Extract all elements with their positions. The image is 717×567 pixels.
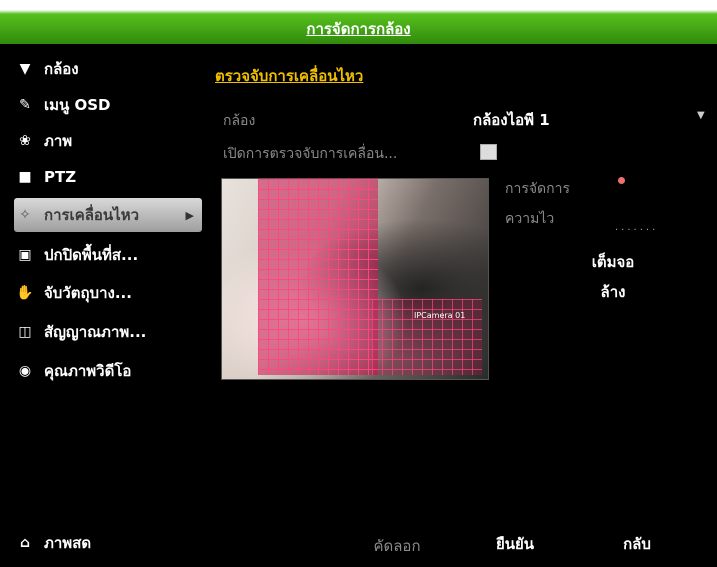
video-loss-icon: ◫ xyxy=(18,324,32,340)
camera-select[interactable]: กล้องไอพี 1 xyxy=(473,108,550,132)
home-icon: ⌂ xyxy=(19,535,31,551)
image-icon: ❀ xyxy=(19,133,31,149)
video-quality-icon: ◉ xyxy=(18,363,32,379)
tamper-icon: ✋ xyxy=(16,285,34,301)
chevron-down-icon[interactable]: ▼ xyxy=(697,110,705,121)
camera-preview[interactable]: IPCamera 01 xyxy=(221,178,489,380)
ptz-icon: ■ xyxy=(18,169,32,185)
sidebar-item-label: เมนู OSD xyxy=(44,96,111,114)
sidebar-item-image[interactable]: ❀ ภาพ xyxy=(14,124,202,158)
sensitivity-label: ความไว xyxy=(505,211,555,227)
settings-label: การจัดการ xyxy=(505,181,571,197)
sidebar-item-label: ปกปิดพื้นที่ส... xyxy=(44,246,139,264)
apply-button[interactable]: ยืนยัน xyxy=(470,532,560,556)
live-view-label: ภาพสด xyxy=(44,534,92,552)
bottom-bar: ⌂ ภาพสด คัดลอก ยืนยัน กลับ xyxy=(0,518,717,567)
sidebar-item-video-quality[interactable]: ◉ คุณภาพวิดีโอ xyxy=(14,354,202,388)
sidebar-item-video-loss[interactable]: ◫ สัญญาณภาพ... xyxy=(14,315,202,349)
sidebar-item-ptz[interactable]: ■ PTZ xyxy=(14,160,202,194)
sidebar-item-label: การเคลื่อนไหว xyxy=(44,206,140,224)
gear-icon[interactable] xyxy=(618,177,625,184)
sidebar-item-label: สัญญาณภาพ... xyxy=(44,323,147,341)
live-view-button[interactable]: ⌂ ภาพสด xyxy=(14,528,202,558)
motion-icon: ✧ xyxy=(19,207,31,223)
enable-motion-checkbox[interactable] xyxy=(480,144,497,160)
sidebar: ▼ กล้อง ✎ เมนู OSD ❀ ภาพ ■ PTZ ✧ การเคลื… xyxy=(0,44,205,567)
chevron-right-icon: ▶ xyxy=(185,208,194,222)
sidebar-item-label: คุณภาพวิดีโอ xyxy=(44,362,132,380)
sidebar-item-tamper[interactable]: ✋ จับวัตถุบาง... xyxy=(14,276,202,310)
full-screen-button[interactable]: เต็มจอ xyxy=(553,250,673,274)
motion-detection-panel: ตรวจจับการเคลื่อนไหว กล้อง กล้องไอพี 1 ▼… xyxy=(205,44,717,567)
camera-label: กล้อง xyxy=(223,113,256,129)
camera-icon: ▼ xyxy=(19,61,31,77)
clear-button[interactable]: ล้าง xyxy=(553,280,673,304)
back-button[interactable]: กลับ xyxy=(592,532,682,556)
sensitivity-slider[interactable]: ....... xyxy=(615,222,658,233)
osd-icon: ✎ xyxy=(19,97,31,113)
title-bar: การจัดการกล้อง xyxy=(0,0,717,44)
sidebar-item-osd[interactable]: ✎ เมนู OSD xyxy=(14,88,202,122)
privacy-mask-icon: ▣ xyxy=(18,247,32,263)
sidebar-item-label: กล้อง xyxy=(44,60,79,78)
copy-button[interactable]: คัดลอก xyxy=(352,534,442,558)
sidebar-item-motion[interactable]: ✧ การเคลื่อนไหว ▶ xyxy=(14,198,202,232)
motion-area-grid[interactable] xyxy=(258,179,378,375)
osd-camera-name: IPCamera 01 xyxy=(414,311,466,320)
sidebar-item-label: จับวัตถุบาง... xyxy=(44,284,132,302)
sidebar-item-label: PTZ xyxy=(44,168,77,186)
window-title: การจัดการกล้อง xyxy=(306,20,411,38)
sidebar-item-label: ภาพ xyxy=(44,132,73,150)
enable-motion-label: เปิดการตรวจจับการเคลื่อน... xyxy=(223,146,398,162)
sidebar-item-privacy-mask[interactable]: ▣ ปกปิดพื้นที่ส... xyxy=(14,238,202,272)
sidebar-item-camera[interactable]: ▼ กล้อง xyxy=(14,52,202,86)
section-title: ตรวจจับการเคลื่อนไหว xyxy=(215,67,364,85)
